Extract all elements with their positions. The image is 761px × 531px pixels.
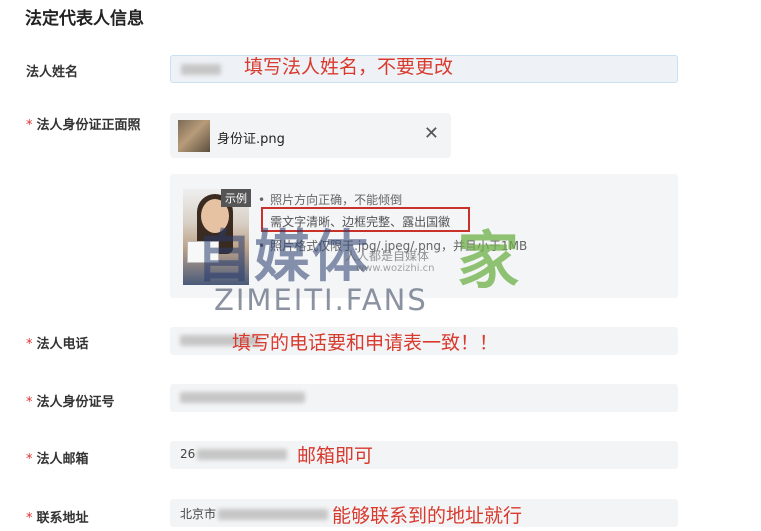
required-mark: * bbox=[26, 118, 33, 133]
email-label: * 法人邮箱 bbox=[26, 452, 89, 467]
address-label: * 联系地址 bbox=[26, 511, 89, 526]
id-photo-label: * 法人身份证正面照 bbox=[26, 114, 141, 133]
name-label-text: 法人姓名 bbox=[26, 65, 79, 80]
rule-item: • 照片方向正确，不能倾倒 bbox=[258, 193, 403, 207]
name-label: 法人姓名 bbox=[26, 61, 78, 80]
phone-annotation: 填写的电话要和申请表一致！！ bbox=[232, 332, 499, 354]
uploaded-file[interactable]: 身份证.png ✕ bbox=[170, 113, 451, 158]
watermark-sub: 人人都是自媒体 bbox=[345, 249, 430, 263]
id-number-field[interactable] bbox=[170, 384, 678, 412]
file-thumbnail bbox=[178, 120, 210, 152]
name-annotation: 填写法人姓名，不要更改 bbox=[244, 56, 454, 78]
phone-label: * 法人电话 bbox=[26, 337, 89, 352]
watermark-fans: ZIMEITI.FANS bbox=[214, 283, 428, 317]
close-icon[interactable]: ✕ bbox=[424, 123, 439, 144]
id-photo-label-text: 法人身份证正面照 bbox=[36, 118, 141, 133]
email-field[interactable]: 26 bbox=[170, 441, 678, 469]
email-annotation: 邮箱即可 bbox=[297, 445, 374, 467]
id-number-label: * 法人身份证号 bbox=[26, 395, 115, 410]
watermark-jia: 家 bbox=[457, 224, 520, 297]
section-title: 法定代表人信息 bbox=[25, 9, 144, 29]
watermark-url: www.wozizhi.cn bbox=[356, 263, 435, 274]
address-annotation: 能够联系到的地址就行 bbox=[332, 505, 523, 527]
example-badge: 示例 bbox=[221, 189, 251, 207]
name-value bbox=[181, 62, 221, 76]
watermark-main: 自媒体 bbox=[196, 225, 370, 290]
file-name: 身份证.png bbox=[217, 132, 285, 147]
